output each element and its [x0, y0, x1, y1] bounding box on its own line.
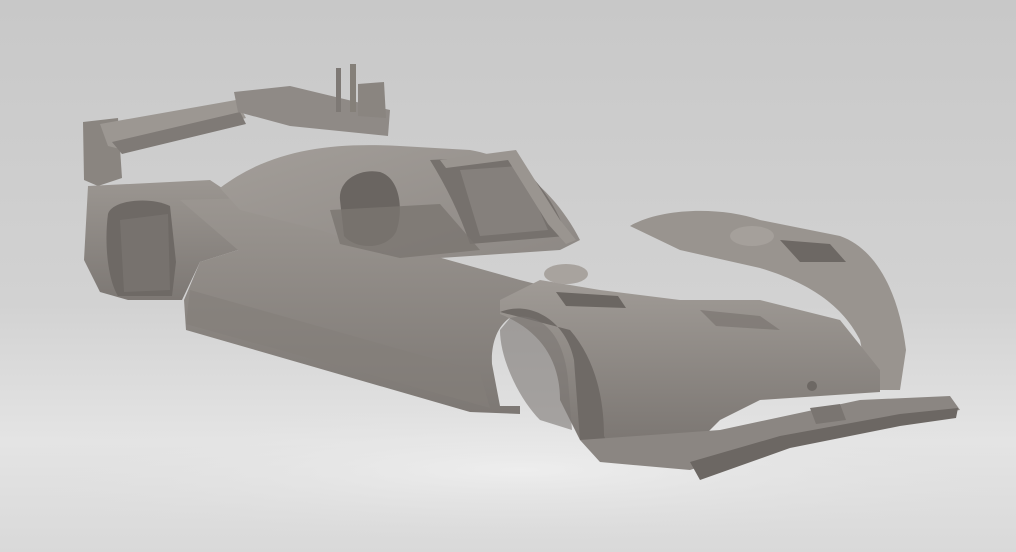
model-viewport — [0, 0, 1016, 552]
antenna-2 — [350, 64, 356, 112]
render-canvas — [0, 0, 1016, 552]
mirror-left — [544, 264, 588, 284]
front-detail — [807, 381, 817, 391]
mirror-right — [730, 226, 774, 246]
antenna-1 — [336, 68, 341, 112]
